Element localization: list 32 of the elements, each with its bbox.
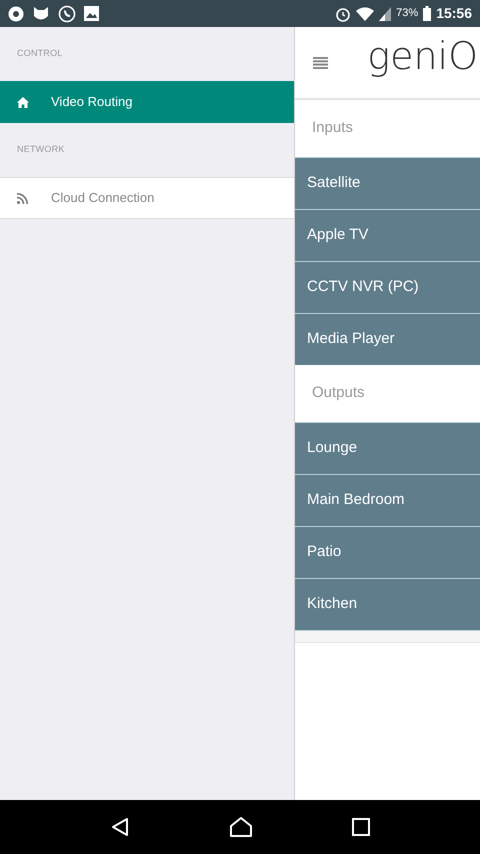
section-heading: NETWORK [17,143,65,156]
logo: geniO [367,36,478,74]
home-icon[interactable] [228,816,253,838]
group-heading: Outputs [312,383,365,404]
route-item[interactable]: Apple TV [295,209,480,261]
drawer-item[interactable]: Video Routing [0,81,294,123]
battery-percent: 73% [396,6,418,22]
drawer-item-label: Video Routing [51,93,132,112]
group-heading: Inputs [312,118,353,138]
route-item[interactable]: Lounge [295,422,480,474]
route-item[interactable]: Main Bedroom [295,474,480,526]
route-item[interactable]: CCTV NVR (PC) [295,261,480,313]
rss-icon [17,192,28,204]
creature-icon [32,6,50,21]
phone-icon [58,4,76,22]
recents-icon[interactable] [352,818,370,836]
section-heading: CONTROL [17,47,63,60]
signal-icon [379,6,392,20]
alarm-icon [335,6,352,22]
route-item[interactable]: Kitchen [295,578,480,630]
route-item[interactable]: Media Player [295,313,480,365]
image-icon [84,6,99,21]
route-item[interactable]: Patio [295,526,480,578]
back-icon[interactable] [110,817,130,837]
drawer-item[interactable]: Cloud Connection [0,177,294,219]
battery-icon [423,6,432,21]
home-icon [17,96,29,108]
route-item[interactable]: Satellite [295,157,480,209]
drawer-item-label: Cloud Connection [51,189,154,208]
wifi-icon [356,6,374,21]
clock: 15:56 [436,4,472,23]
menu-icon[interactable] [313,56,328,68]
